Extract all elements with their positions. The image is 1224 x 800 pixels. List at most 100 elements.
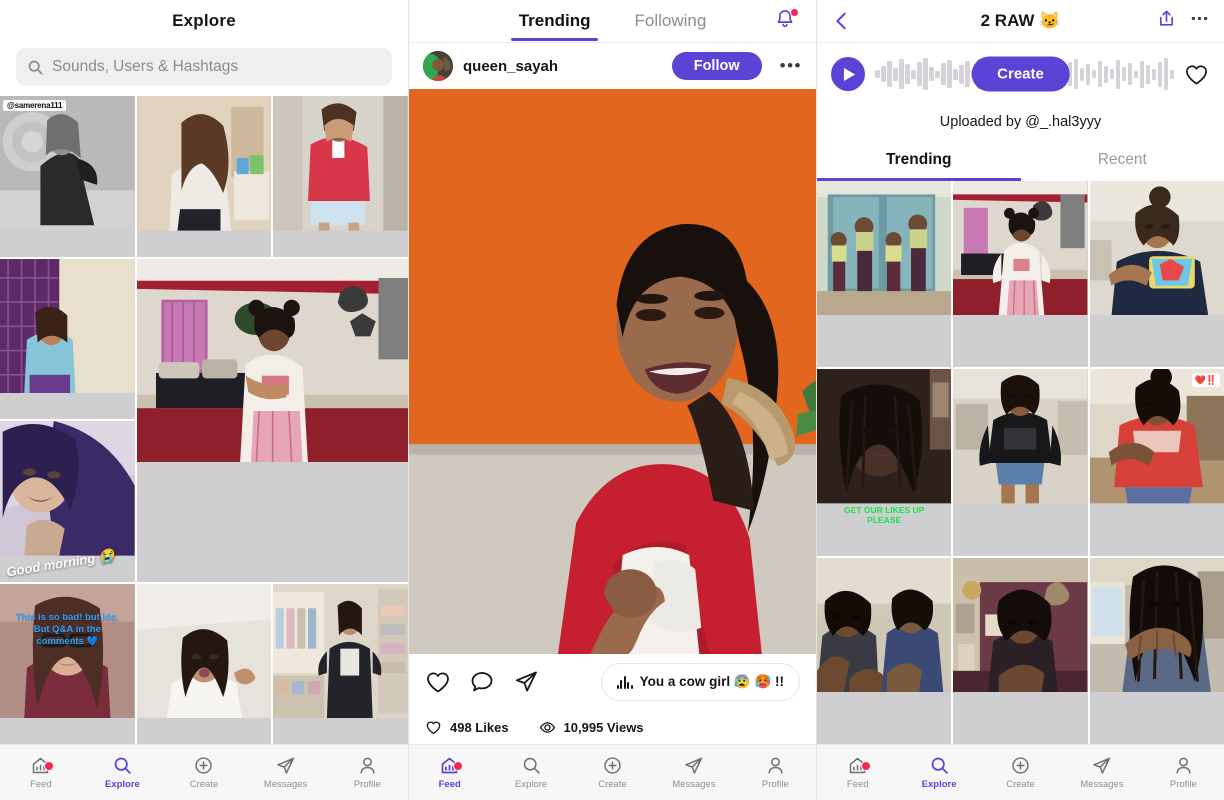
tab-messages[interactable]: Messages (1061, 755, 1142, 790)
uploader-credit: Uploaded by @_.hal3yyy (817, 105, 1224, 139)
play-icon (843, 67, 855, 81)
thumbnail-living-room-girl (953, 181, 1088, 316)
heart-small-icon (426, 721, 441, 734)
sound-tile[interactable] (953, 181, 1088, 368)
thumbnail-living-room-wide (136, 258, 408, 462)
sound-tile[interactable] (1089, 557, 1224, 744)
tab-create[interactable]: Create (980, 755, 1061, 790)
thumbnail-white-wall-girl (136, 583, 272, 719)
tab-feed[interactable]: Feed (409, 755, 490, 790)
heart-icon[interactable] (425, 669, 451, 695)
post-stats: 498 Likes 10,995 Views (409, 710, 816, 744)
post-username[interactable]: queen_sayah (463, 58, 662, 75)
tab-profile[interactable]: Profile (735, 755, 816, 790)
explore-tile[interactable]: This is so bad! but idc. But Q&A in the co… (0, 583, 135, 744)
post-more-button[interactable]: ••• (772, 56, 802, 76)
notifications-button[interactable] (774, 8, 800, 34)
explore-tile[interactable]: @samerena111 (0, 96, 135, 257)
sound-tile[interactable] (953, 557, 1088, 744)
sound-pill[interactable]: You a cow girl 😰 🥵 !! (600, 663, 800, 701)
post-header: queen_sayah Follow ••• (409, 43, 816, 89)
explore-tile[interactable] (136, 583, 272, 744)
plus-circle-icon (604, 757, 621, 774)
search-container: Sounds, Users & Hashtags (0, 42, 408, 96)
bottom-tabbar-left: Feed Explore Create Messages Profile (0, 744, 408, 800)
feed-tabs: Trending Following (409, 0, 816, 42)
person-icon (1176, 757, 1191, 774)
feed-badge (860, 761, 871, 771)
thumbnail-purple-curtain (0, 258, 135, 394)
tab-feed[interactable]: Feed (0, 755, 82, 790)
sound-header: 2 RAW 😼 (817, 0, 1224, 42)
tab-trending[interactable]: Trending (817, 139, 1021, 181)
tab-messages[interactable]: Messages (245, 755, 327, 790)
back-button[interactable] (831, 10, 853, 32)
tab-profile[interactable]: Profile (1143, 755, 1224, 790)
sound-video-grid: GET OUR LIKES UP PLEASE ❤️‼️ (817, 181, 1224, 744)
tab-trending[interactable]: Trending (510, 0, 599, 42)
explore-tile[interactable] (273, 583, 408, 744)
play-button[interactable] (831, 57, 865, 91)
explore-tile[interactable]: Good morning 😭 (0, 421, 135, 582)
tab-trending-label: Trending (886, 151, 952, 168)
search-icon (114, 757, 131, 774)
tab-label: Profile (1169, 779, 1197, 790)
video-player[interactable] (409, 89, 816, 654)
tab-explore[interactable]: Explore (490, 755, 571, 790)
views-count: 10,995 Views (563, 719, 644, 735)
paper-plane-icon (685, 757, 703, 774)
sound-tile[interactable] (817, 181, 952, 368)
search-input[interactable]: Sounds, Users & Hashtags (16, 48, 392, 86)
tab-label: Create (598, 779, 627, 790)
tab-explore[interactable]: Explore (898, 755, 979, 790)
tab-label: Profile (761, 779, 789, 790)
explore-tile[interactable] (0, 258, 135, 419)
sound-tile[interactable] (1089, 181, 1224, 368)
explore-tile[interactable] (136, 96, 272, 257)
favorite-button[interactable] (1184, 62, 1210, 87)
explore-tile-featured[interactable] (136, 258, 408, 582)
thumbnail-maroon-wall (953, 557, 1088, 692)
comment-icon[interactable] (469, 669, 495, 695)
tab-recent[interactable]: Recent (1021, 139, 1224, 181)
plus-circle-icon (1012, 757, 1029, 774)
tab-create[interactable]: Create (572, 755, 653, 790)
sound-tile[interactable]: ❤️‼️ (1089, 369, 1224, 556)
avatar[interactable] (423, 51, 453, 81)
tab-profile[interactable]: Profile (326, 755, 408, 790)
post-actions: You a cow girl 😰 🥵 !! (409, 654, 816, 710)
create-button[interactable]: Create (971, 56, 1070, 92)
share-icon[interactable] (513, 669, 539, 695)
sound-tile[interactable] (817, 557, 952, 744)
tab-following[interactable]: Following (634, 0, 706, 42)
likes-count: 498 Likes (450, 719, 509, 735)
thumbnail-glasses-maroon (0, 583, 135, 719)
views-eye-icon (539, 721, 555, 733)
explore-tile[interactable] (273, 96, 408, 257)
share-button[interactable] (1156, 8, 1177, 34)
notification-badge (790, 8, 799, 17)
feed-badge (452, 761, 463, 771)
thumbnail-purple-hair-closeup (0, 421, 135, 556)
sound-panel: 2 RAW 😼 Create Uploaded by @_.hal3yyy Tr… (816, 0, 1224, 800)
tab-messages[interactable]: Messages (653, 755, 734, 790)
tab-following-label: Following (634, 11, 707, 30)
tab-explore[interactable]: Explore (82, 755, 164, 790)
sound-tile[interactable]: GET OUR LIKES UP PLEASE (817, 369, 952, 556)
tab-label: Profile (353, 779, 381, 790)
sound-tile[interactable] (953, 369, 1088, 556)
explore-grid: @samerena111 Good morning 😭 This is so b… (0, 96, 408, 744)
sound-title: You a cow girl 😰 🥵 !! (639, 674, 784, 689)
thumbnail-black-tee-shorts (953, 369, 1088, 504)
avatar-image (423, 51, 453, 81)
explore-header: Explore (0, 0, 408, 42)
sound-tabs: Trending Recent (817, 139, 1224, 181)
follow-button[interactable]: Follow (671, 52, 762, 80)
paper-plane-icon (277, 757, 295, 774)
more-button[interactable] (1189, 8, 1210, 34)
tab-feed[interactable]: Feed (817, 755, 898, 790)
tab-create[interactable]: Create (163, 755, 245, 790)
thumbnail-dark-room-braids (817, 369, 952, 504)
page-title: Explore (172, 11, 236, 30)
three-panel-app: Explore Sounds, Users & Hashtags @samere… (0, 0, 1224, 800)
